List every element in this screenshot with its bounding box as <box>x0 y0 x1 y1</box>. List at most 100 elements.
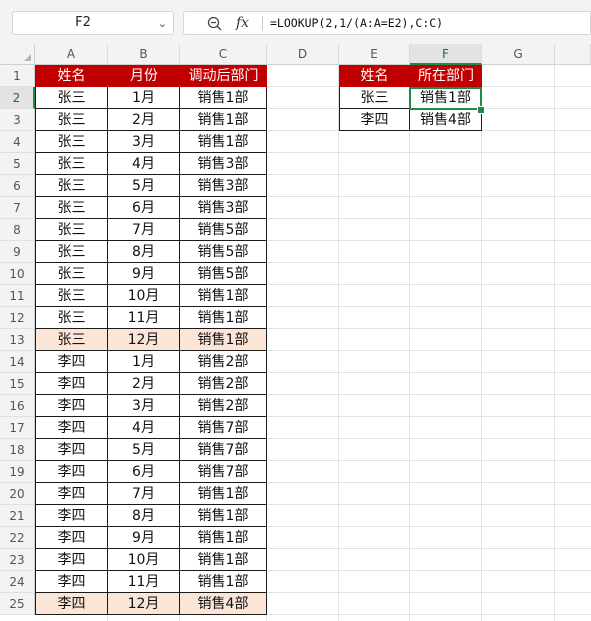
row-header-23[interactable]: 23 <box>0 549 35 571</box>
table-cell[interactable]: 5月 <box>108 175 180 197</box>
lookup-header-cell[interactable]: 所在部门 <box>410 65 482 87</box>
row-header-24[interactable]: 24 <box>0 571 35 593</box>
table-cell[interactable]: 7月 <box>108 219 180 241</box>
zoom-out-icon[interactable] <box>206 15 224 33</box>
table-cell[interactable]: 销售2部 <box>180 395 267 417</box>
table-cell[interactable]: 销售7部 <box>180 461 267 483</box>
row-header-4[interactable]: 4 <box>0 131 35 153</box>
row-header-21[interactable]: 21 <box>0 505 35 527</box>
table-cell[interactable]: 李四 <box>35 395 108 417</box>
row-header-22[interactable]: 22 <box>0 527 35 549</box>
table-cell[interactable]: 10月 <box>108 285 180 307</box>
column-header-e[interactable]: E <box>339 44 410 65</box>
function-icon[interactable]: fx <box>236 13 249 33</box>
table-cell[interactable]: 4月 <box>108 153 180 175</box>
row-header-20[interactable]: 20 <box>0 483 35 505</box>
table-cell[interactable]: 李四 <box>35 593 108 615</box>
table-cell[interactable]: 12月 <box>108 593 180 615</box>
formula-input-area[interactable]: fx =LOOKUP(2,1/(A:A=E2),C:C) <box>183 11 591 35</box>
table-cell[interactable]: 销售3部 <box>180 153 267 175</box>
lookup-cell[interactable]: 销售4部 <box>410 109 482 131</box>
table-cell[interactable]: 6月 <box>108 197 180 219</box>
row-header-11[interactable]: 11 <box>0 285 35 307</box>
table-cell[interactable]: 销售1部 <box>180 87 267 109</box>
table-cell[interactable]: 销售1部 <box>180 527 267 549</box>
table-cell[interactable]: 张三 <box>35 285 108 307</box>
table-cell[interactable]: 5月 <box>108 439 180 461</box>
table-cell[interactable]: 张三 <box>35 241 108 263</box>
formula-text[interactable]: =LOOKUP(2,1/(A:A=E2),C:C) <box>270 12 443 34</box>
row-header-15[interactable]: 15 <box>0 373 35 395</box>
name-box[interactable]: F2 ⌄ <box>12 11 174 35</box>
row-header-3[interactable]: 3 <box>0 109 35 131</box>
table-cell[interactable]: 李四 <box>35 527 108 549</box>
table-cell[interactable]: 1月 <box>108 351 180 373</box>
row-header-16[interactable]: 16 <box>0 395 35 417</box>
table-cell[interactable]: 8月 <box>108 505 180 527</box>
table-cell[interactable]: 3月 <box>108 131 180 153</box>
table-cell[interactable]: 销售3部 <box>180 197 267 219</box>
table-cell[interactable]: 销售2部 <box>180 351 267 373</box>
row-header-8[interactable]: 8 <box>0 219 35 241</box>
row-header-17[interactable]: 17 <box>0 417 35 439</box>
table-cell[interactable]: 销售1部 <box>180 285 267 307</box>
table-cell[interactable]: 11月 <box>108 307 180 329</box>
column-header-c[interactable]: C <box>180 44 267 65</box>
table-cell[interactable]: 李四 <box>35 549 108 571</box>
table-header-cell[interactable]: 调动后部门 <box>180 65 267 87</box>
row-header-18[interactable]: 18 <box>0 439 35 461</box>
table-header-cell[interactable]: 月份 <box>108 65 180 87</box>
name-box-value[interactable]: F2 <box>13 12 153 34</box>
table-cell[interactable]: 李四 <box>35 571 108 593</box>
row-header-5[interactable]: 5 <box>0 153 35 175</box>
table-cell[interactable]: 2月 <box>108 109 180 131</box>
lookup-cell[interactable]: 张三 <box>339 87 410 109</box>
table-cell[interactable]: 销售5部 <box>180 263 267 285</box>
table-header-cell[interactable]: 姓名 <box>35 65 108 87</box>
table-cell[interactable]: 销售1部 <box>180 571 267 593</box>
row-header-9[interactable]: 9 <box>0 241 35 263</box>
table-cell[interactable]: 销售1部 <box>180 307 267 329</box>
table-cell[interactable]: 李四 <box>35 417 108 439</box>
table-cell[interactable]: 李四 <box>35 483 108 505</box>
column-header-f[interactable]: F <box>410 44 482 65</box>
table-cell[interactable]: 2月 <box>108 373 180 395</box>
row-header-13[interactable]: 13 <box>0 329 35 351</box>
table-cell[interactable]: 销售5部 <box>180 241 267 263</box>
table-cell[interactable]: 销售1部 <box>180 505 267 527</box>
column-header-d[interactable]: D <box>267 44 339 65</box>
table-cell[interactable]: 张三 <box>35 109 108 131</box>
table-cell[interactable]: 销售2部 <box>180 373 267 395</box>
table-cell[interactable]: 张三 <box>35 263 108 285</box>
table-cell[interactable]: 1月 <box>108 87 180 109</box>
column-header-b[interactable]: B <box>108 44 180 65</box>
table-cell[interactable]: 销售4部 <box>180 593 267 615</box>
table-cell[interactable]: 销售1部 <box>180 549 267 571</box>
row-header-10[interactable]: 10 <box>0 263 35 285</box>
row-header-2[interactable]: 2 <box>0 87 35 109</box>
chevron-down-icon[interactable]: ⌄ <box>158 13 167 35</box>
table-cell[interactable]: 李四 <box>35 439 108 461</box>
table-cell[interactable]: 9月 <box>108 263 180 285</box>
row-header-1[interactable]: 1 <box>0 65 35 87</box>
table-cell[interactable]: 张三 <box>35 219 108 241</box>
lookup-cell[interactable]: 李四 <box>339 109 410 131</box>
table-cell[interactable]: 销售1部 <box>180 483 267 505</box>
table-cell[interactable]: 销售5部 <box>180 219 267 241</box>
table-cell[interactable]: 李四 <box>35 373 108 395</box>
table-cell[interactable]: 销售1部 <box>180 131 267 153</box>
table-cell[interactable]: 销售3部 <box>180 175 267 197</box>
table-cell[interactable]: 李四 <box>35 461 108 483</box>
fill-handle[interactable] <box>477 106 485 114</box>
table-cell[interactable]: 销售1部 <box>180 109 267 131</box>
lookup-header-cell[interactable]: 姓名 <box>339 65 410 87</box>
column-header-g[interactable]: G <box>482 44 555 65</box>
row-header-14[interactable]: 14 <box>0 351 35 373</box>
table-cell[interactable]: 9月 <box>108 527 180 549</box>
table-cell[interactable]: 10月 <box>108 549 180 571</box>
table-cell[interactable]: 6月 <box>108 461 180 483</box>
table-cell[interactable]: 张三 <box>35 307 108 329</box>
table-cell[interactable]: 张三 <box>35 87 108 109</box>
row-header-12[interactable]: 12 <box>0 307 35 329</box>
lookup-cell[interactable]: 销售1部 <box>410 87 482 109</box>
